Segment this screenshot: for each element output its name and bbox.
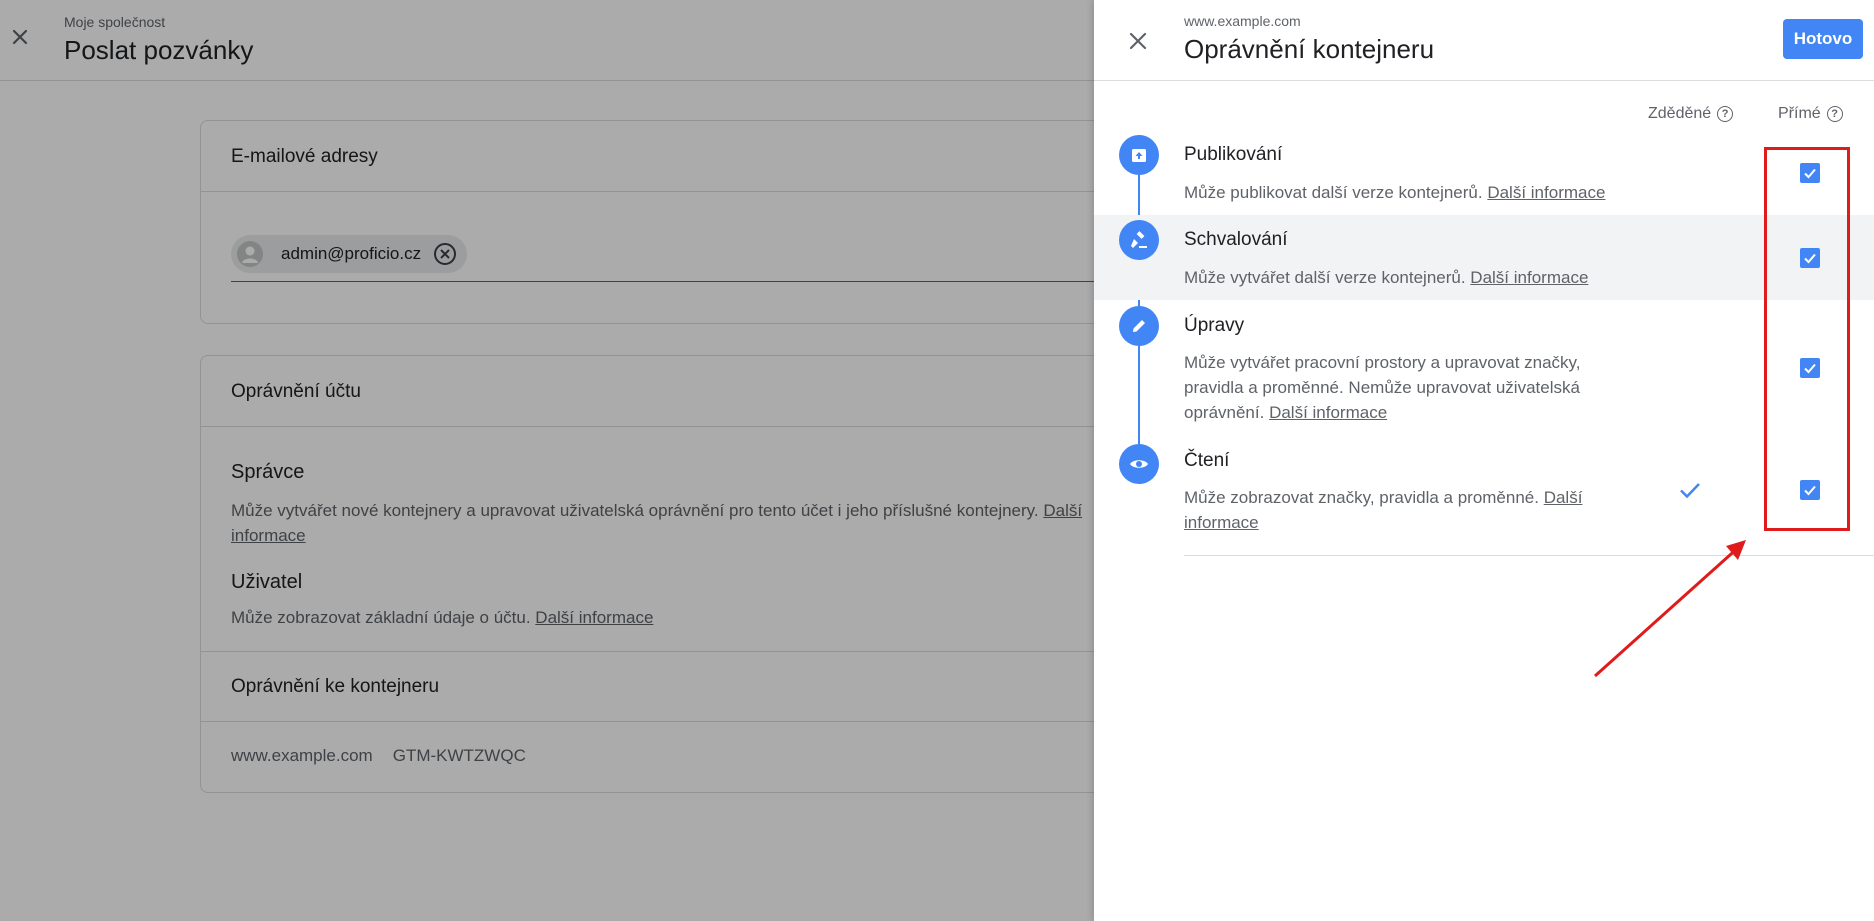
column-header-inherited: Zděděné? <box>1648 105 1734 123</box>
permission-title-approve: Schvalování <box>1184 229 1288 250</box>
panel-subtitle: www.example.com <box>1184 13 1301 29</box>
learn-more-link[interactable]: Další informace <box>1470 268 1588 287</box>
inherited-check-icon <box>1678 478 1702 502</box>
help-icon[interactable]: ? <box>1717 105 1734 122</box>
view-eye-icon <box>1119 444 1159 484</box>
permission-title-read: Čtení <box>1184 450 1230 471</box>
close-panel-icon[interactable] <box>1126 29 1150 53</box>
done-button[interactable]: Hotovo <box>1783 19 1863 59</box>
annotation-highlight-box <box>1764 147 1850 531</box>
panel-title: Oprávnění kontejneru <box>1184 34 1435 64</box>
permission-desc-edit: Může vytvářet pracovní prostory a upravo… <box>1184 353 1581 422</box>
approve-icon <box>1119 220 1159 260</box>
permission-desc-publish: Může publikovat další verze kontejnerů. … <box>1184 183 1606 202</box>
edit-pencil-icon <box>1119 306 1159 346</box>
learn-more-link[interactable]: Další informace <box>1487 183 1605 202</box>
learn-more-link[interactable]: Další informace <box>1269 403 1387 422</box>
modal-scrim[interactable] <box>0 0 1094 921</box>
container-permissions-panel: www.example.com Oprávnění kontejneru Hot… <box>1094 0 1874 921</box>
divider <box>1094 80 1874 81</box>
permission-title-publish: Publikování <box>1184 144 1283 165</box>
divider <box>1184 555 1874 556</box>
permission-desc-approve: Může vytvářet další verze kontejnerů. Da… <box>1184 268 1589 287</box>
publish-icon <box>1119 135 1159 175</box>
help-icon[interactable]: ? <box>1826 105 1843 122</box>
permission-title-edit: Úpravy <box>1184 315 1245 336</box>
column-header-direct: Přímé? <box>1778 105 1843 123</box>
permission-desc-read: Může zobrazovat značky, pravidla a promě… <box>1184 488 1583 532</box>
annotation-arrow <box>1593 540 1746 678</box>
